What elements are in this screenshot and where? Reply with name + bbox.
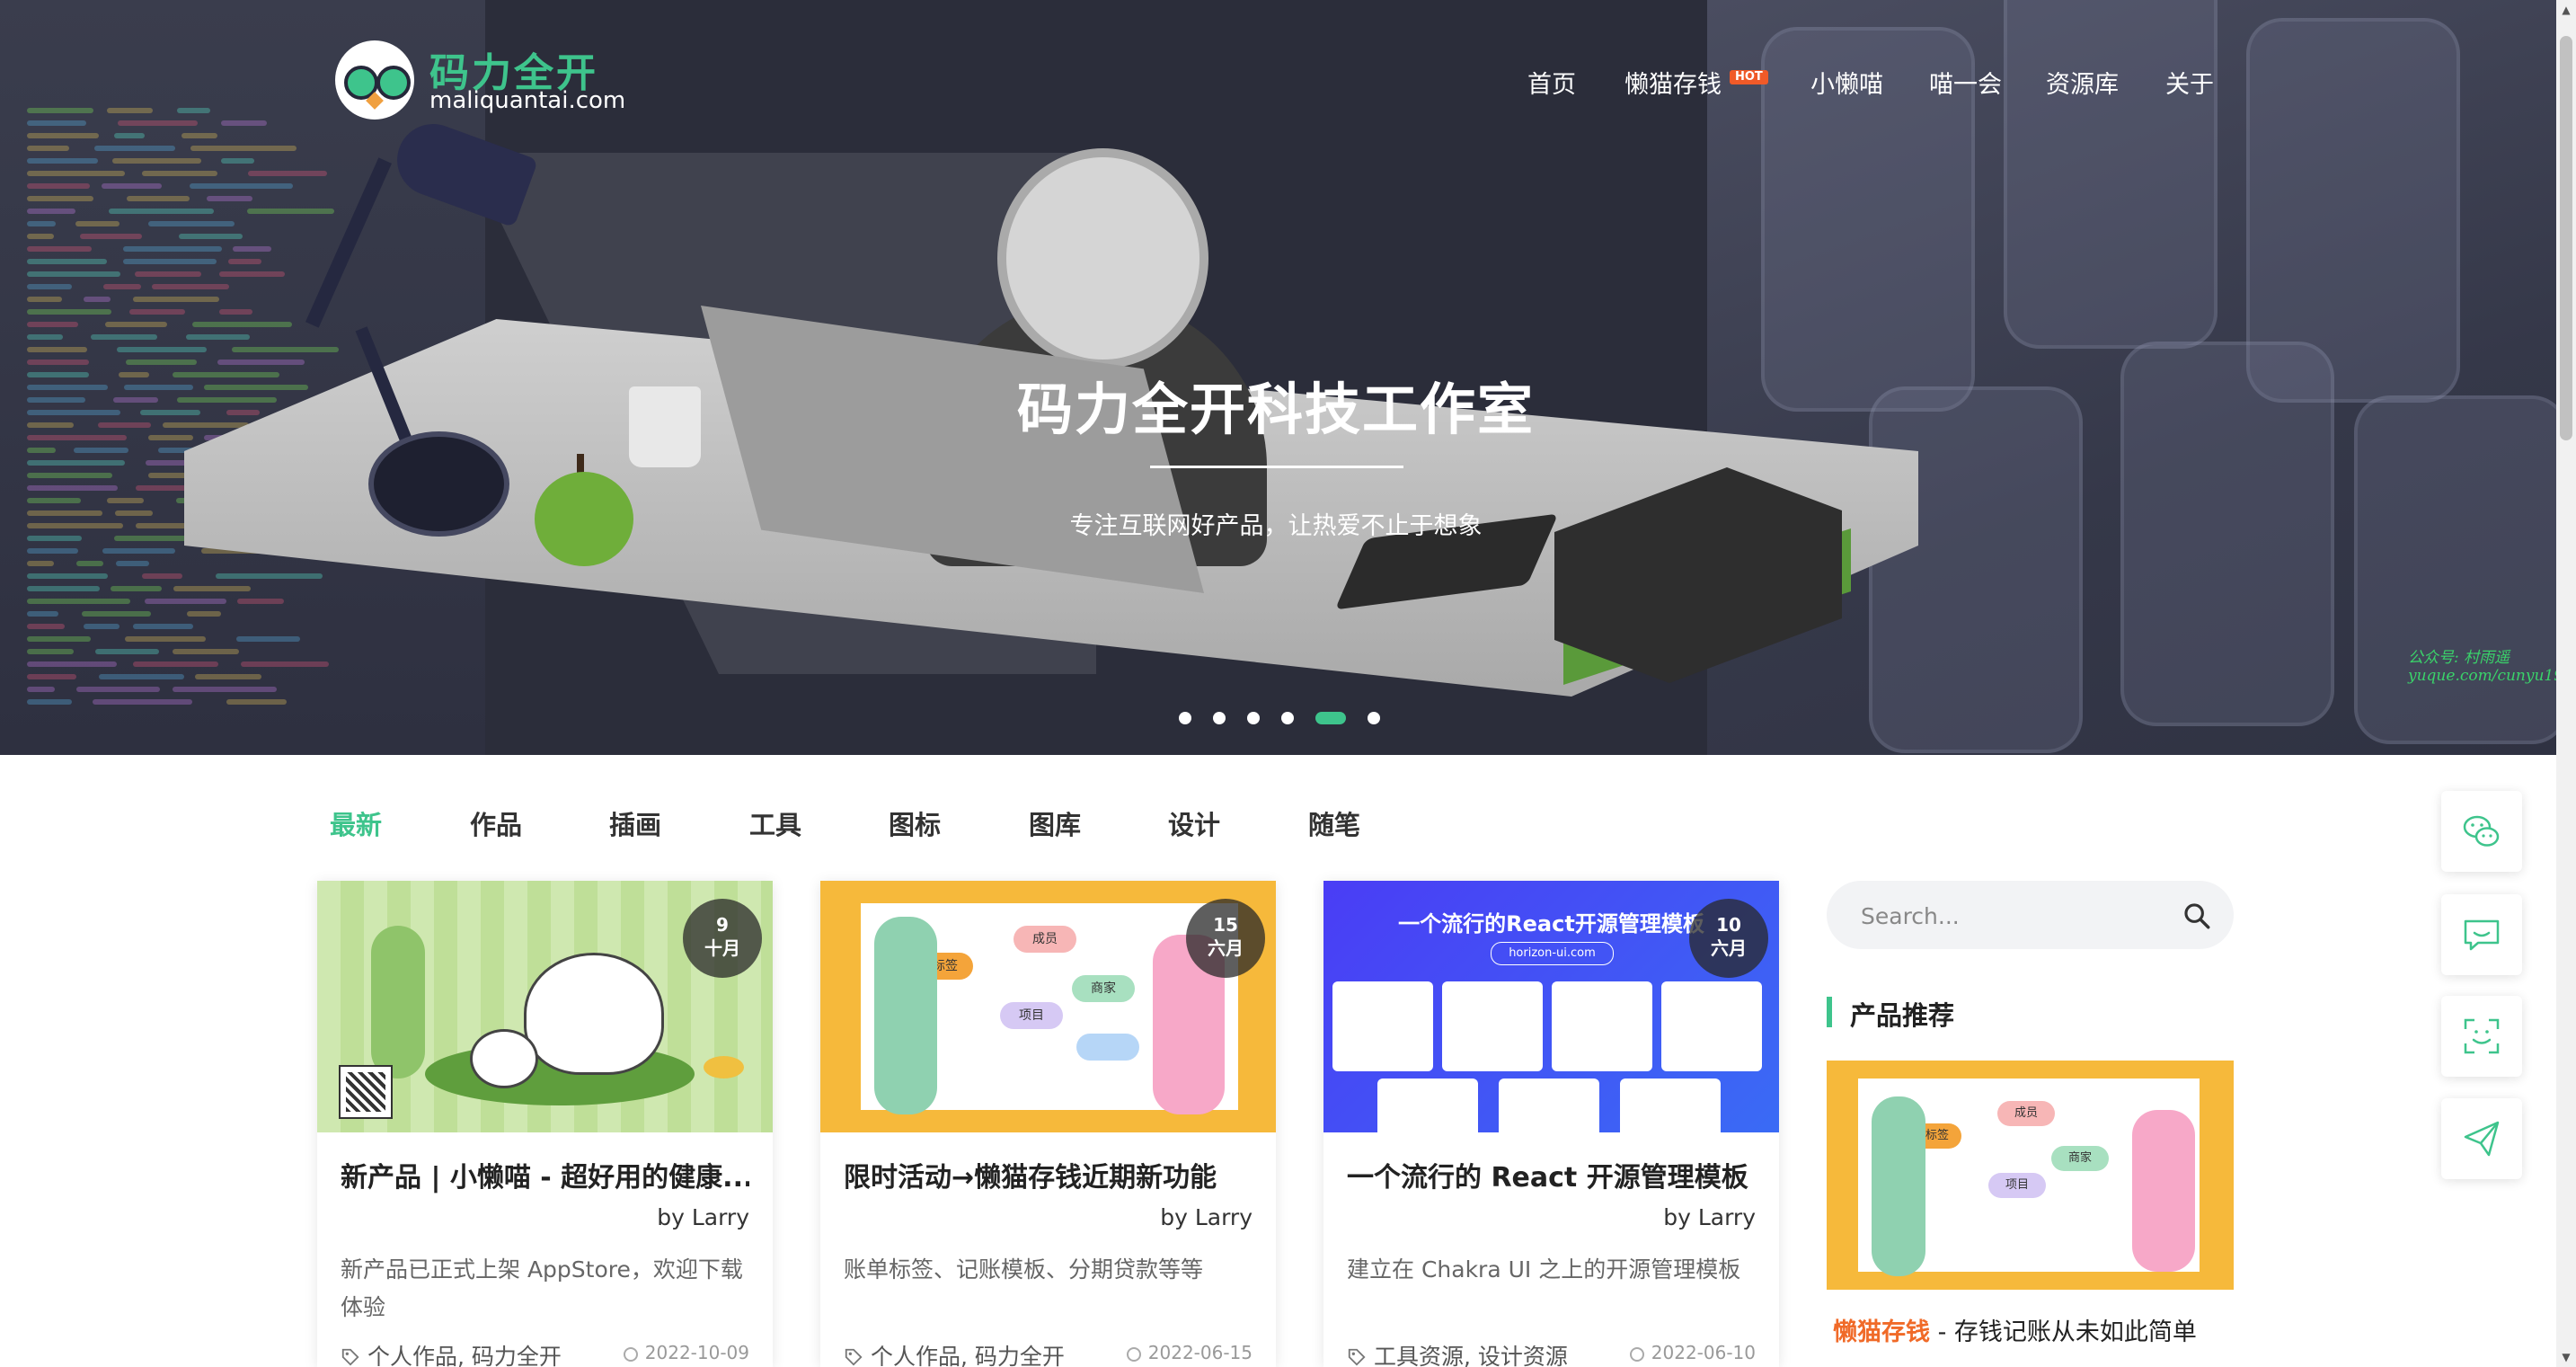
post-author: by Larry (1663, 1204, 1756, 1230)
scroll-thumb[interactable] (2560, 36, 2572, 440)
post-excerpt: 新产品已正式上架 AppStore，欢迎下载体验 (341, 1256, 743, 1320)
phone-mockup (2004, 0, 2217, 349)
post-author: by Larry (1160, 1204, 1253, 1230)
tab-essays[interactable]: 随笔 (1308, 804, 1360, 842)
date-badge: 9 十月 (683, 899, 762, 978)
carousel-dot[interactable] (1179, 711, 1191, 724)
carousel-dot[interactable] (1247, 711, 1260, 724)
logo-name-en: maliquantai.com (429, 87, 626, 114)
person-illustration (1872, 1096, 1925, 1276)
tag-icon (1348, 1348, 1366, 1366)
scan-button[interactable] (2441, 996, 2522, 1077)
search-box (1827, 881, 2234, 949)
phone-mockup (2354, 395, 2568, 744)
product-image[interactable]: 账单标签 成员 商家 项目 (1827, 1061, 2234, 1290)
post-excerpt: 建立在 Chakra UI 之上的开源管理模板 (1347, 1256, 1741, 1283)
send-button[interactable] (2441, 1098, 2522, 1179)
carousel-dot[interactable] (1368, 711, 1380, 724)
tab-tools[interactable]: 工具 (749, 804, 801, 842)
page-scrollbar[interactable]: ▲ ▼ (2556, 0, 2576, 1367)
post-date: 2022-06-15 (1126, 1342, 1253, 1363)
tab-works[interactable]: 作品 (470, 804, 522, 842)
carousel-dot[interactable] (1315, 711, 1346, 724)
post-date: 2022-06-10 (1629, 1342, 1756, 1363)
date-badge: 10 六月 (1689, 899, 1768, 978)
post-title[interactable]: 一个流行的 React 开源管理模板 (1347, 1155, 1756, 1194)
tab-icons[interactable]: 图标 (889, 804, 941, 842)
carousel-dots (1179, 708, 1402, 726)
section-title: 产品推荐 (1850, 1000, 1955, 1031)
tag-icon (845, 1348, 863, 1366)
clock-icon (1126, 1347, 1141, 1362)
tab-illustration[interactable]: 插画 (609, 804, 661, 842)
clock-icon (1629, 1347, 1644, 1362)
post-date: 2022-10-09 (623, 1342, 749, 1363)
tab-gallery[interactable]: 图库 (1029, 804, 1081, 842)
product-name[interactable]: 懒猫存钱 (1833, 1318, 1930, 1346)
post-card[interactable]: 一个流行的React开源管理模板 horizon-ui.com 10 六月 一个… (1323, 881, 1779, 1367)
owl-logo-icon (335, 40, 414, 120)
person-head (997, 148, 1208, 368)
product-tagline: - 存钱记账从未如此简单 (1930, 1318, 2197, 1346)
nav-miao-yihui[interactable]: 喵一会 (1929, 65, 2002, 100)
search-icon[interactable] (2182, 901, 2212, 931)
nav-lazycat-savings[interactable]: 懒猫存钱 (1624, 65, 1722, 100)
chat-icon (2464, 919, 2500, 951)
post-title[interactable]: 限时活动→懒猫存钱近期新功能 (844, 1155, 1253, 1194)
scroll-down-arrow[interactable]: ▼ (2561, 1351, 2572, 1363)
cat-illustration (524, 953, 664, 1075)
send-icon (2464, 1121, 2500, 1157)
tab-latest[interactable]: 最新 (330, 804, 382, 842)
product-caption[interactable]: 懒猫存钱 - 存钱记账从未如此简单 (1833, 1312, 2197, 1347)
hot-badge: HOT (1730, 70, 1768, 84)
post-card[interactable]: 账单标签 成员 商家 项目 15 六月 限时活动→懒猫存钱近期新功能 by La… (820, 881, 1276, 1367)
nav-resources[interactable]: 资源库 (2046, 65, 2119, 100)
scan-icon (2464, 1018, 2500, 1054)
hero-subtitle: 专注互联网好产品，让热爱不止于想象 (1069, 512, 1483, 540)
hero-title: 码力全开科技工作室 (1016, 377, 1535, 442)
nav-about[interactable]: 关于 (2165, 65, 2214, 100)
carousel-dot[interactable] (1281, 711, 1294, 724)
hero-divider (1150, 466, 1403, 468)
wechat-icon (2463, 815, 2500, 847)
chat-button[interactable] (2441, 894, 2522, 975)
person-illustration (874, 917, 937, 1114)
tab-design[interactable]: 设计 (1168, 804, 1220, 842)
plant-leaf (371, 926, 425, 1079)
site-logo[interactable]: 码力全开 maliquantai.com (335, 40, 625, 121)
qr-code (339, 1065, 393, 1119)
search-input[interactable] (1859, 897, 2168, 935)
date-badge: 15 六月 (1186, 899, 1265, 978)
carousel-dot[interactable] (1213, 711, 1226, 724)
nav-home[interactable]: 首页 (1527, 65, 1576, 100)
scroll-up-arrow[interactable]: ▲ (2561, 4, 2572, 16)
tag-icon (341, 1348, 359, 1366)
nav-xiaolanmiao[interactable]: 小懒喵 (1810, 65, 1883, 100)
post-excerpt: 账单标签、记账模板、分期贷款等等 (844, 1256, 1204, 1283)
person-illustration (2132, 1110, 2195, 1272)
post-title[interactable]: 新产品 | 小懒喵 - 超好用的健康... (341, 1155, 749, 1194)
watermark: 公众号: 村雨遥 yuque.com/cunyu1943 (2408, 649, 2576, 685)
post-author: by Larry (657, 1204, 749, 1230)
post-card[interactable]: 9 十月 新产品 | 小懒喵 - 超好用的健康... by Larry 新产品已… (317, 881, 773, 1367)
rabbit-illustration (470, 1029, 538, 1088)
clock-icon (623, 1347, 638, 1362)
wechat-button[interactable] (2441, 791, 2522, 872)
